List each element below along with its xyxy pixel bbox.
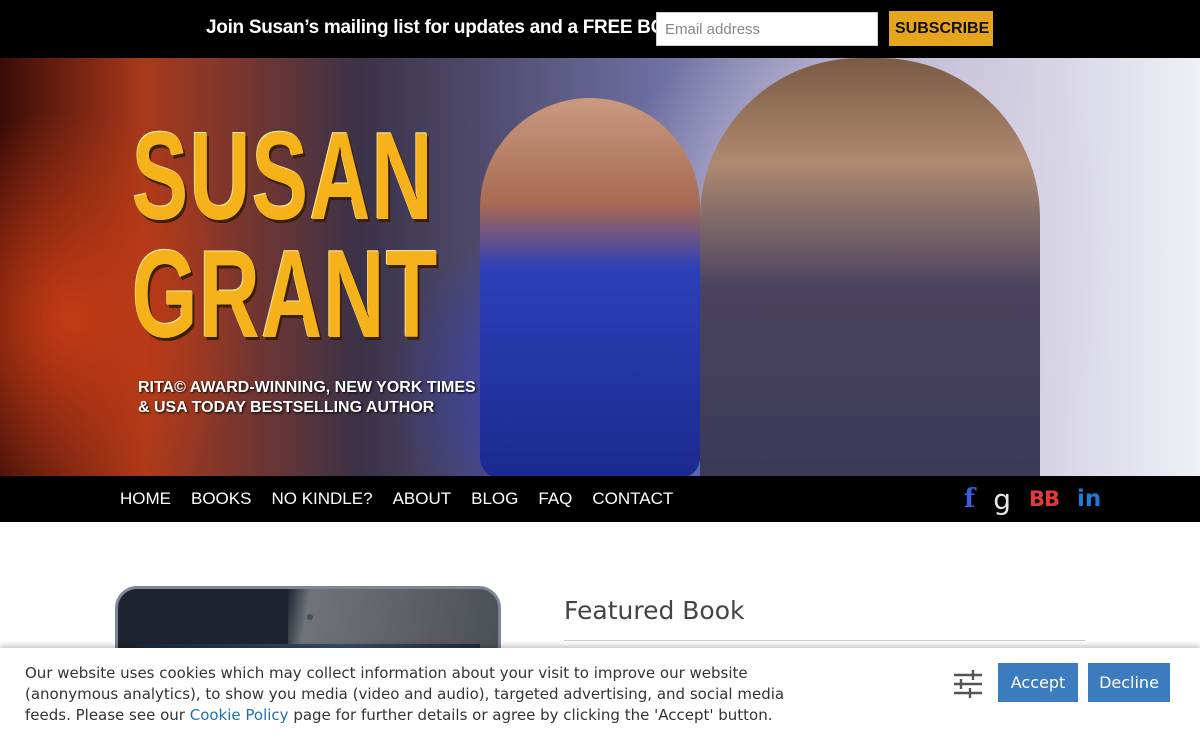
- decline-button[interactable]: Decline: [1088, 663, 1170, 702]
- cookie-policy-link[interactable]: Cookie Policy: [190, 706, 289, 724]
- hero-banner: SUSAN GRANT RITA© AWARD-WINNING, NEW YOR…: [0, 58, 1200, 476]
- main-nav: HOME BOOKS NO KINDLE? ABOUT BLOG FAQ CON…: [0, 476, 1200, 522]
- cookie-text-end: page for further details or agree by cli…: [288, 706, 773, 724]
- nav-item-no-kindle[interactable]: NO KINDLE?: [271, 489, 372, 509]
- subscribe-button[interactable]: SUBSCRIBE: [889, 11, 993, 46]
- nav-item-about[interactable]: ABOUT: [393, 489, 452, 509]
- featured-book-heading: Featured Book: [564, 596, 745, 625]
- author-logo[interactable]: SUSAN GRANT: [132, 108, 583, 364]
- goodreads-icon[interactable]: g: [993, 483, 1011, 516]
- social-links: f g BB in: [964, 483, 1119, 516]
- featured-divider: [564, 640, 1085, 641]
- mailing-list-bar: Join Susan’s mailing list for updates an…: [0, 0, 1200, 58]
- nav-menu: HOME BOOKS NO KINDLE? ABOUT BLOG FAQ CON…: [120, 476, 693, 522]
- facebook-icon[interactable]: f: [964, 484, 975, 514]
- tablet-glare: [288, 589, 498, 649]
- nav-item-faq[interactable]: FAQ: [538, 489, 572, 509]
- nav-item-contact[interactable]: CONTACT: [592, 489, 673, 509]
- nav-item-books[interactable]: BOOKS: [191, 489, 251, 509]
- accept-button[interactable]: Accept: [998, 663, 1078, 702]
- nav-item-blog[interactable]: BLOG: [471, 489, 518, 509]
- tagline-line-2: & USA TODAY BESTSELLING AUTHOR: [138, 399, 435, 416]
- logo-first-name: SUSAN: [132, 108, 434, 246]
- linkedin-icon[interactable]: in: [1077, 486, 1101, 512]
- tagline-line-1: RITA© AWARD-WINNING, NEW YORK TIMES: [138, 379, 476, 396]
- mailing-list-promo: Join Susan’s mailing list for updates an…: [206, 17, 700, 38]
- cookie-banner: Our website uses cookies which may colle…: [0, 648, 1200, 740]
- nav-item-home[interactable]: HOME: [120, 489, 171, 509]
- author-tagline: RITA© AWARD-WINNING, NEW YORK TIMES & US…: [138, 378, 476, 418]
- sliders-settings-icon[interactable]: [952, 668, 984, 700]
- logo-last-name: GRANT: [132, 226, 439, 364]
- email-input[interactable]: [656, 12, 878, 46]
- cookie-message: Our website uses cookies which may colle…: [25, 663, 785, 726]
- hero-man-illustration: [700, 58, 1040, 476]
- bookbub-icon[interactable]: BB: [1029, 487, 1060, 511]
- tablet-camera: [307, 614, 313, 620]
